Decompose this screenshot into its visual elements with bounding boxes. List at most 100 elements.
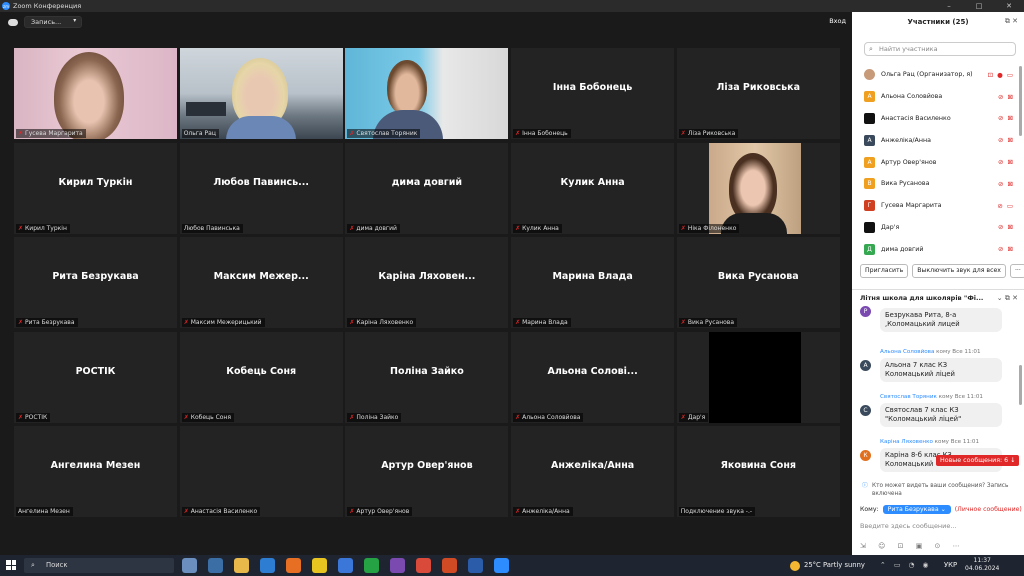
taskbar-app-firefox-icon[interactable] xyxy=(286,558,301,573)
close-chat-icon[interactable]: ✕ xyxy=(1012,294,1018,302)
muted-mic-icon: ✗ xyxy=(183,508,189,516)
video-tile[interactable]: Марина Влада ✗ Марина Влада xyxy=(511,237,675,329)
video-area: Запись... Вход ✗Гусева Маргарита Ольга Ра… xyxy=(0,12,852,555)
chat-privacy-note: ⓘ Кто может видеть ваши сообщения? Запис… xyxy=(862,483,1009,497)
chat-avatar: С xyxy=(860,405,871,416)
participant-name-label: ✗ Кобець Соня xyxy=(181,412,234,422)
video-tile[interactable]: Артур Овер'янов ✗ Артур Овер'янов xyxy=(345,426,509,518)
video-tile[interactable]: Любов Павинсь... Любов Павинська xyxy=(179,142,343,234)
video-tile[interactable]: Каріна Ляховен... ✗ Каріна Ляховенко xyxy=(345,237,509,329)
participant-row[interactable]: В Вика Русанова ⊘ ⊠ xyxy=(864,173,1014,195)
participant-name-label: ✗ Святослав Торяник xyxy=(347,129,421,138)
popout-icon[interactable]: ⧉ xyxy=(1005,17,1010,25)
taskbar-app-powerpoint-icon[interactable] xyxy=(442,558,457,573)
taskbar-app-chrome2-icon[interactable] xyxy=(416,558,431,573)
system-tray[interactable]: ⌃ ▭ ◔ ◉ xyxy=(880,558,931,573)
participant-row[interactable]: А Альона Соловйова ⊘ ⊠ xyxy=(864,86,1014,108)
taskbar-app-mail-icon[interactable] xyxy=(338,558,353,573)
chat-toolbar[interactable]: ⇲ ☺ ⊡ ▣ ⊙ ⋯ xyxy=(860,542,1020,550)
chat-message-input[interactable]: Введите здесь сообщение... xyxy=(860,522,1018,530)
recording-control[interactable]: Запись... xyxy=(8,16,83,28)
video-tile[interactable]: ✗ Дар'я xyxy=(676,331,840,423)
view-button[interactable]: Вход xyxy=(829,17,846,25)
participant-row[interactable]: А Анжеліка/Анна ⊘ ⊠ xyxy=(864,129,1014,151)
minimize-button[interactable]: – xyxy=(934,0,964,12)
video-tile[interactable]: Анжеліка/Анна ✗ Анжеліка/Анна xyxy=(511,426,675,518)
taskbar-app-word-icon[interactable] xyxy=(468,558,483,573)
taskbar-app-viber-icon[interactable] xyxy=(390,558,405,573)
participant-face xyxy=(54,52,124,139)
taskbar-app-zoom-icon[interactable] xyxy=(494,558,509,573)
video-tile[interactable]: ✗ Ніка Філоненко xyxy=(676,142,840,234)
video-tile[interactable]: дима довгий ✗ дима довгий xyxy=(345,142,509,234)
participant-row[interactable]: А Артур Овер'янов ⊘ ⊠ xyxy=(864,151,1014,173)
muted-mic-icon: ✗ xyxy=(680,130,686,137)
info-icon: ⓘ xyxy=(862,483,868,489)
chevron-down-icon[interactable]: ⌄ xyxy=(997,294,1003,302)
muted-mic-icon: ✗ xyxy=(349,508,355,516)
clock[interactable]: 11:37 04.06.2024 xyxy=(965,557,999,573)
video-tile[interactable]: ✗ Святослав Торяник xyxy=(345,48,509,139)
video-tile[interactable]: Вика Русанова ✗ Вика Русанова xyxy=(676,237,840,329)
taskbar-app-explorer-icon[interactable] xyxy=(234,558,249,573)
recording-status[interactable]: Запись... xyxy=(24,16,83,28)
muted-mic-icon: ✗ xyxy=(515,319,521,327)
recipient-dropdown[interactable]: Рита Безрукава ⌄ xyxy=(882,505,951,514)
video-tile[interactable]: Ліза Риковська ✗ Ліза Риковська xyxy=(676,48,840,139)
video-tile[interactable]: Рита Безрукава ✗ Рита Безрукава xyxy=(14,237,177,329)
start-button[interactable] xyxy=(6,560,16,570)
invite-button[interactable]: Пригласить xyxy=(860,264,909,278)
participant-row[interactable]: Г Гусева Маргарита ⊘ ▭ xyxy=(864,195,1014,217)
video-tile[interactable]: Інна Бобонець ✗ Інна Бобонець xyxy=(511,48,675,139)
video-tile[interactable]: Ольга Рац xyxy=(179,48,343,139)
video-tile[interactable]: Ангелина Мезен Ангелина Мезен xyxy=(14,426,177,518)
video-tile[interactable]: РОСТІК ✗ РОСТІК xyxy=(14,331,177,423)
taskbar-app-files-icon[interactable] xyxy=(208,558,223,573)
chat-recipient-row: Кому: Рита Безрукава ⌄ (Личное сообщение… xyxy=(860,505,1022,514)
taskbar-app-chrome-icon[interactable] xyxy=(312,558,327,573)
participant-row[interactable]: Ддима довгий ⊘ ⊠ xyxy=(864,238,1014,260)
close-button[interactable]: ✕ xyxy=(994,0,1024,12)
participant-display-name: дима довгий xyxy=(391,176,463,188)
video-tile[interactable]: Кулик Анна ✗ Кулик Анна xyxy=(511,142,675,234)
video-tile[interactable]: Поліна Зайко ✗ Поліна Зайко xyxy=(345,331,509,423)
participant-display-name: Рита Безрукава xyxy=(52,271,139,283)
taskbar-app-whatsapp-icon[interactable] xyxy=(364,558,379,573)
shirt xyxy=(225,116,296,139)
video-tile[interactable]: ✗ Анастасія Василенко xyxy=(179,426,343,518)
participants-panel: Участники (25) ⧉ ✕ ⌕ Найти участника Оль… xyxy=(852,12,1024,290)
participant-search-input[interactable]: ⌕ Найти участника xyxy=(864,42,1016,56)
participant-scrollbar[interactable] xyxy=(1019,66,1022,136)
new-messages-badge[interactable]: Новые сообщения: 6 ↓ xyxy=(936,455,1020,466)
video-tile[interactable]: Яковина Соня Подключение звука -.- xyxy=(676,426,840,518)
video-tile[interactable]: Кобець Соня ✗ Кобець Соня xyxy=(179,331,343,423)
mic-camera-status-icon: ⊡ ● ▭ xyxy=(987,70,1014,79)
avatar: Г xyxy=(864,200,875,212)
language-indicator[interactable]: УКР xyxy=(944,558,957,573)
video-tile[interactable]: Кирил Туркін ✗ Кирил Туркін xyxy=(14,142,177,234)
taskbar-app-widgets-icon[interactable] xyxy=(182,558,197,573)
muted-mic-icon: ✗ xyxy=(18,224,24,232)
participant-row[interactable]: Ольга Рац (Организатор, я) ⊡ ● ▭ xyxy=(864,64,1014,86)
participant-name-label: ✗ Анжеліка/Анна xyxy=(513,507,573,517)
muted-mic-icon: ✗ xyxy=(349,413,355,421)
weather-widget[interactable]: 25°C Partly sunny xyxy=(790,558,865,573)
mic-camera-status-icon: ⊘ ⊠ xyxy=(998,158,1014,167)
cloud-icon xyxy=(8,18,18,26)
participant-name: Ольга Рац (Организатор, я) xyxy=(881,71,973,79)
maximize-button[interactable]: □ xyxy=(964,0,994,12)
more-button[interactable]: ··· xyxy=(1009,264,1024,278)
taskbar-search[interactable]: ⌕ Поиск xyxy=(24,558,174,573)
video-tile[interactable]: ✗ Гусева Маргарита xyxy=(14,48,177,139)
chat-scrollbar[interactable] xyxy=(1019,365,1022,405)
mute-all-button[interactable]: Выключить звук для всех xyxy=(912,264,1006,278)
participant-display-name: Поліна Зайко xyxy=(390,365,464,377)
participant-row[interactable]: Анастасія Василенко ⊘ ⊠ xyxy=(864,108,1014,130)
popout-icon[interactable]: ⧉ xyxy=(1005,294,1010,302)
participant-display-name: Анжеліка/Анна xyxy=(550,460,635,472)
video-tile[interactable]: Максим Межер... ✗ Максим Межерицький xyxy=(179,237,343,329)
taskbar-app-store-icon[interactable] xyxy=(260,558,275,573)
video-tile[interactable]: Альона Солові... ✗ Альона Соловйова xyxy=(511,331,675,423)
close-panel-icon[interactable]: ✕ xyxy=(1012,17,1018,25)
participant-row[interactable]: Дар'я ⊘ ⊠ xyxy=(864,217,1014,239)
